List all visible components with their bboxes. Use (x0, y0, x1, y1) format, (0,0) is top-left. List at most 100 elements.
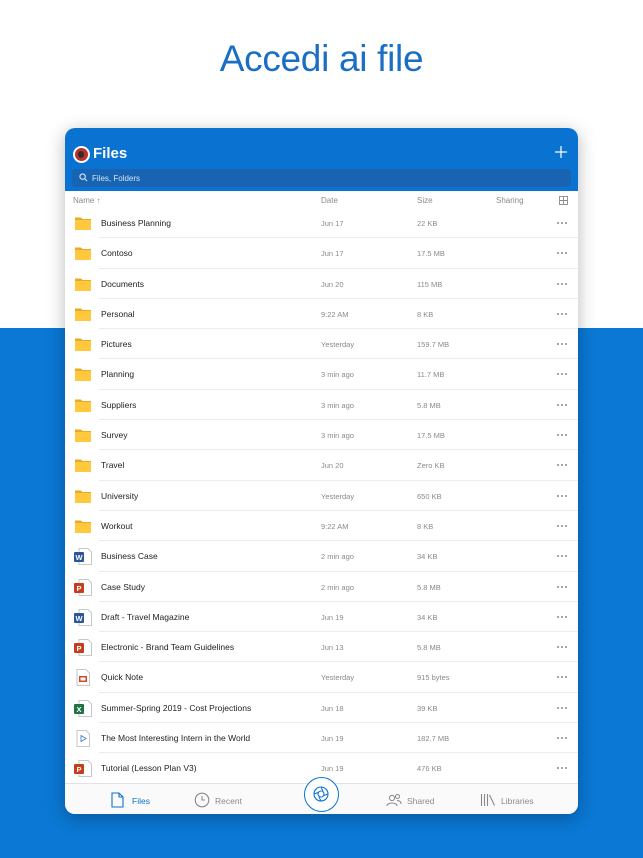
more-options-icon[interactable] (557, 676, 569, 680)
word-file-icon: W (74, 608, 92, 626)
more-options-icon[interactable] (557, 343, 569, 347)
table-row[interactable]: The Most Interesting Intern in the World… (65, 723, 578, 754)
more-options-icon[interactable] (557, 737, 569, 741)
table-row[interactable]: W Draft - Travel Magazine Jun 19 34 KB (65, 602, 578, 633)
word-file-icon: W (74, 548, 92, 566)
file-name: Business Case (101, 551, 158, 562)
grid-view-icon[interactable] (559, 196, 568, 205)
search-bar[interactable] (72, 169, 571, 187)
column-name[interactable]: Name ↑ (73, 196, 101, 205)
table-row[interactable]: Travel Jun 20 Zero KB (65, 450, 578, 481)
file-date: Jun 20 (321, 461, 344, 471)
more-options-icon[interactable] (557, 585, 569, 590)
file-name: Documents (101, 278, 144, 289)
table-row[interactable]: Personal 9:22 AM 8 KB (65, 299, 578, 330)
more-options-icon[interactable] (557, 464, 569, 468)
folder-icon (75, 490, 91, 503)
column-date[interactable]: Date (321, 196, 338, 205)
file-size: 115 MB (417, 279, 443, 289)
table-row[interactable]: Quick Note Yesterday 915 bytes (65, 662, 578, 694)
more-options-icon[interactable] (557, 615, 569, 620)
file-size: 650 KB (417, 491, 442, 501)
folder-icon (75, 338, 91, 352)
table-row[interactable]: Planning 3 min ago 11.7 MB (65, 359, 578, 391)
file-type-icon (74, 427, 92, 444)
tab-recent[interactable]: Recent (194, 792, 254, 808)
add-button[interactable] (554, 145, 568, 159)
video-file-icon (76, 730, 90, 747)
file-date: 3 min ago (321, 400, 354, 410)
library-icon (480, 794, 495, 806)
table-row[interactable]: Business Planning Jun 17 22 KB (65, 208, 578, 239)
more-options-icon[interactable] (557, 434, 569, 438)
table-row[interactable]: Suppliers 3 min ago 5.8 MB (65, 390, 578, 421)
table-row[interactable]: University Yesterday 650 KB (65, 481, 578, 512)
search-input[interactable] (92, 169, 562, 187)
camera-button[interactable] (304, 777, 339, 812)
table-row[interactable]: Documents Jun 20 115 MB (65, 269, 578, 300)
more-options-icon[interactable] (557, 646, 569, 650)
more-options-icon[interactable] (557, 767, 569, 771)
avatar[interactable] (73, 146, 90, 163)
table-row[interactable]: Contoso Jun 17 17.5 MB (65, 238, 578, 269)
more-options-icon[interactable] (557, 494, 569, 499)
powerpoint-file-icon: P (74, 760, 92, 778)
excel-file-icon: X (74, 699, 92, 717)
file-size: 5.8 MB (417, 643, 441, 653)
file-name: Draft - Travel Magazine (101, 611, 190, 622)
table-row[interactable]: P Case Study 2 min ago 5.8 MB (65, 572, 578, 603)
page-headline: Accedi ai file (219, 38, 424, 79)
file-type-icon: W (74, 608, 92, 626)
table-row[interactable]: Survey 3 min ago 17.5 MB (65, 420, 578, 451)
table-row[interactable]: P Electronic - Brand Team Guidelines Jun 1… (65, 632, 578, 663)
more-options-icon[interactable] (557, 706, 569, 711)
file-icon (111, 792, 124, 808)
file-date: Yesterday (321, 340, 355, 350)
tab-shared[interactable]: Shared (386, 792, 446, 808)
svg-text:P: P (76, 765, 81, 774)
file-date: Jun 20 (321, 279, 344, 289)
file-type-icon: X (74, 699, 92, 717)
file-name: Personal (101, 308, 135, 319)
tab-files[interactable]: Files (111, 792, 161, 808)
file-name: The Most Interesting Intern in the World (101, 733, 251, 744)
file-size: 476 KB (417, 764, 442, 774)
more-options-icon[interactable] (557, 555, 569, 559)
more-options-icon[interactable] (557, 403, 569, 408)
file-name: University (101, 490, 139, 501)
file-type-icon: P (74, 760, 92, 778)
column-size[interactable]: Size (417, 196, 433, 205)
file-date: 9:22 AM (321, 521, 349, 531)
column-sharing[interactable]: Sharing (496, 196, 524, 205)
file-size: 39 KB (417, 703, 438, 713)
powerpoint-file-icon: P (74, 639, 92, 657)
file-type-icon (74, 306, 92, 323)
file-date: Yesterday (321, 491, 355, 501)
file-type-icon (74, 245, 92, 262)
table-row[interactable]: X Summer-Spring 2019 - Cost Projections Ju… (65, 693, 578, 724)
file-date: Jun 19 (321, 612, 344, 622)
file-date: Jun 13 (321, 643, 344, 653)
table-row[interactable]: Workout 9:22 AM 8 KB (65, 511, 578, 542)
more-options-icon[interactable] (557, 373, 569, 377)
file-date: 3 min ago (321, 431, 354, 441)
svg-text:P: P (76, 644, 81, 653)
more-options-icon[interactable] (557, 524, 569, 529)
svg-text:W: W (75, 614, 83, 623)
folder-icon (75, 278, 91, 291)
more-options-icon[interactable] (557, 282, 569, 287)
file-name: Pictures (101, 339, 132, 350)
table-row[interactable]: Pictures Yesterday 159.7 MB (65, 329, 578, 360)
more-options-icon[interactable] (557, 252, 569, 256)
folder-icon (75, 217, 91, 230)
folder-icon (75, 429, 91, 443)
more-options-icon[interactable] (557, 222, 569, 226)
file-size: 5.8 MB (417, 582, 441, 592)
file-name: Planning (101, 369, 135, 380)
svg-text:P: P (76, 584, 81, 593)
table-row[interactable]: W Business Case 2 min ago 34 KB (65, 541, 578, 572)
file-date: 3 min ago (321, 370, 354, 380)
tab-libraries[interactable]: Libraries (480, 792, 550, 808)
more-options-icon[interactable] (557, 312, 569, 317)
tab-files-label: Files (132, 796, 150, 806)
